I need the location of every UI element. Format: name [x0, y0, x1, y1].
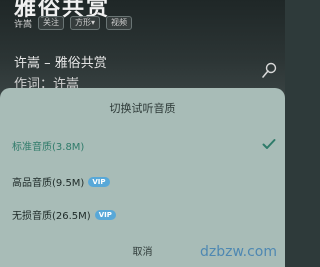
style-label: 方形 — [75, 18, 92, 27]
quality-option-high[interactable]: 高品音质(9.5M) VIP — [12, 174, 110, 189]
vip-badge: VIP — [88, 176, 110, 187]
quality-sheet: 切换试听音质 标准音质(3.8M) 高品音质(9.5M) VIP 无损音质(26… — [0, 88, 285, 267]
vip-badge: VIP — [94, 209, 116, 220]
check-icon — [262, 139, 276, 149]
quality-option-standard[interactable]: 标准音质(3.8M) — [12, 138, 84, 153]
artist-name[interactable]: 许嵩 — [14, 17, 32, 30]
option-label: 高品音质(9.5M) — [12, 178, 85, 189]
video-button[interactable]: 视频 — [106, 16, 133, 30]
watermark: dzbzw.com — [200, 244, 277, 260]
song-tag-row: 许嵩 关注 方形▾ 视频 — [14, 16, 133, 30]
player-background: 雅俗共赏 许嵩 关注 方形▾ 视频 许嵩 – 雅俗共赏 作词：许嵩 — [0, 0, 285, 100]
option-label: 标准音质(3.8M) — [12, 142, 85, 153]
style-dropdown[interactable]: 方形▾ — [70, 16, 101, 30]
microphone-icon[interactable] — [260, 62, 278, 80]
lyric-line: 许嵩 – 雅俗共赏 — [14, 56, 107, 71]
follow-button[interactable]: 关注 — [38, 16, 65, 30]
sheet-title: 切换试听音质 — [109, 102, 176, 115]
option-label: 无损音质(26.5M) — [12, 211, 91, 222]
quality-option-lossless[interactable]: 无损音质(26.5M) VIP — [12, 207, 116, 222]
